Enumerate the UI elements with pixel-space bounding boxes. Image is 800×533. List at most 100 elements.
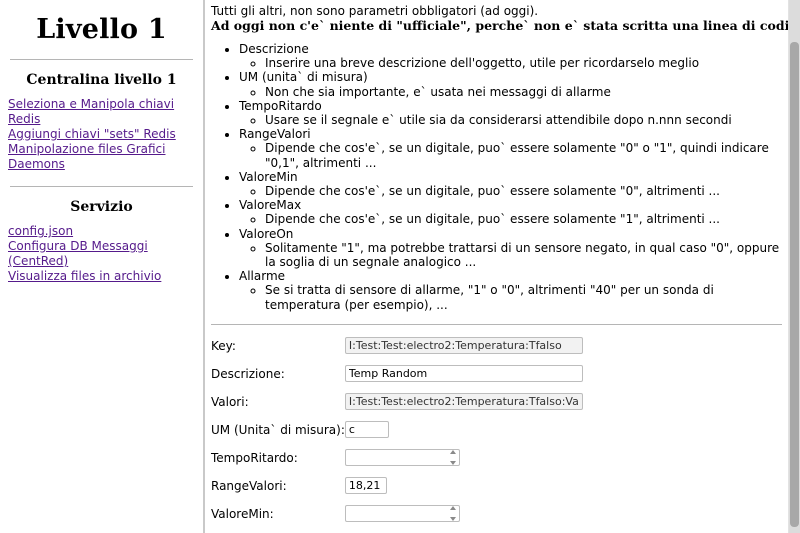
sidebar-divider-middle	[10, 186, 193, 187]
parameter-description: Dipende che cos'e`, se un digitale, puo`…	[265, 141, 786, 169]
temporitardo-stepper[interactable]	[344, 449, 460, 467]
label-temporitardo: TempoRitardo:	[211, 450, 298, 465]
sidebar-heading-centralina: Centralina livello 1	[26, 72, 177, 88]
parameter-name: UM (unita` di misura)	[239, 70, 368, 85]
sidebar: Livello 1 Centralina livello 1 Seleziona…	[0, 0, 205, 533]
form-row-um: UM (Unita` di misura):	[211, 419, 583, 447]
parameter-desc-list: Inserire una breve descrizione dell'ogge…	[239, 56, 786, 70]
cell-key	[344, 335, 583, 363]
parameter-desc-list: Dipende che cos'e`, se un digitale, puo`…	[239, 184, 786, 198]
parameter-item-descrizione: Descrizione Inserire una breve descrizio…	[239, 42, 786, 70]
parameter-item-temporitardo: TempoRitardo Usare se il segnale e` util…	[239, 99, 786, 127]
sidebar-item-daemons[interactable]: Daemons	[8, 157, 65, 171]
cell-temporitardo	[344, 447, 583, 475]
intro-line-2: Ad oggi non c'e` niente di "ufficiale", …	[211, 18, 800, 33]
parameter-item-valoremax: ValoreMax Dipende che cos'e`, se un digi…	[239, 198, 786, 226]
cell-um	[344, 419, 583, 447]
vertical-scrollbar[interactable]	[788, 0, 800, 533]
form-table: Key: Descrizione: Valori:	[211, 335, 583, 533]
chevron-up-icon[interactable]	[449, 506, 456, 511]
list-item: Seleziona e Manipola chiavi Redis	[8, 97, 195, 127]
form-row-descrizione: Descrizione:	[211, 363, 583, 391]
scrollbar-thumb[interactable]	[790, 42, 799, 527]
list-item: Visualizza files in archivio	[8, 269, 195, 284]
cell-valori	[344, 391, 583, 419]
page-title: Livello 1	[36, 14, 167, 45]
list-item: Manipolazione files Grafici	[8, 142, 195, 157]
parameter-description: Non che sia importante, e` usata nei mes…	[265, 85, 786, 99]
intro-line-1: Tutti gli altri, non sono parametri obbl…	[211, 4, 539, 18]
form-row-key: Key:	[211, 335, 583, 363]
label-descrizione: Descrizione:	[211, 366, 285, 381]
label-valoremin: ValoreMin:	[211, 506, 274, 521]
label-valori: Valori:	[211, 394, 249, 409]
chevron-down-icon[interactable]	[449, 461, 456, 466]
edit-key-form: Key: Descrizione: Valori:	[211, 335, 786, 533]
list-item: Configura DB Messaggi (CentRed)	[8, 239, 195, 269]
parameter-desc-list: Dipende che cos'e`, se un digitale, puo`…	[239, 212, 786, 226]
valoremin-stepper[interactable]	[344, 505, 460, 523]
parameter-name: ValoreMax	[239, 198, 302, 213]
descrizione-input[interactable]	[344, 365, 583, 383]
parameter-desc-list: Usare se il segnale e` utile sia da cons…	[239, 113, 786, 127]
parameter-description: Solitamente "1", ma potrebbe trattarsi d…	[265, 241, 786, 269]
list-item: Aggiungi chiavi "sets" Redis	[8, 127, 195, 142]
parameter-name: TempoRitardo	[239, 98, 322, 113]
key-input[interactable]	[344, 337, 583, 355]
main-content: Tutti gli altri, non sono parametri obbl…	[205, 0, 800, 533]
list-item: Daemons	[8, 157, 195, 172]
chevron-down-icon[interactable]	[449, 517, 456, 522]
form-row-temporitardo: TempoRitardo:	[211, 447, 583, 475]
cell-rangevalori	[344, 475, 583, 503]
parameter-item-valoreon: ValoreOn Solitamente "1", ma potrebbe tr…	[239, 227, 786, 270]
sidebar-item-manipolazione-files-grafici[interactable]: Manipolazione files Grafici	[8, 142, 166, 156]
parameter-name: Allarme	[239, 269, 286, 284]
label-key: Key:	[211, 338, 236, 353]
parameter-name: RangeValori	[239, 127, 311, 142]
label-um: UM (Unita` di misura):	[211, 422, 345, 437]
parameter-description: Dipende che cos'e`, se un digitale, puo`…	[265, 184, 786, 198]
parameter-name: ValoreOn	[239, 226, 294, 241]
label-rangevalori: RangeValori:	[211, 478, 287, 493]
parameter-description: Se si tratta di sensore di allarme, "1" …	[265, 283, 786, 311]
parameter-desc-list: Dipende che cos'e`, se un digitale, puo`…	[239, 141, 786, 169]
sidebar-divider-top	[10, 59, 193, 60]
parameter-name: Descrizione	[239, 42, 309, 56]
parameter-item-valoremin: ValoreMin Dipende che cos'e`, se un digi…	[239, 170, 786, 198]
valori-input[interactable]	[344, 393, 583, 411]
parameter-desc-list: Solitamente "1", ma potrebbe trattarsi d…	[239, 241, 786, 269]
form-row-rangevalori: RangeValori:	[211, 475, 583, 503]
parameter-item-um: UM (unita` di misura) Non che sia import…	[239, 70, 786, 98]
content-form-divider	[211, 323, 782, 325]
parameter-description: Usare se il segnale e` utile sia da cons…	[265, 113, 786, 127]
sidebar-section-centralina: Centralina livello 1 Seleziona e Manipol…	[8, 72, 195, 172]
parameter-desc-list: Se si tratta di sensore di allarme, "1" …	[239, 283, 786, 311]
parameter-desc-list: Non che sia importante, e` usata nei mes…	[239, 85, 786, 99]
cell-descrizione	[344, 363, 583, 391]
sidebar-heading-servizio: Servizio	[70, 199, 133, 215]
sidebar-item-visualizza-files-archivio[interactable]: Visualizza files in archivio	[8, 269, 161, 283]
sidebar-link-list-servizio: config.json Configura DB Messaggi (CentR…	[8, 224, 195, 284]
sidebar-section-servizio: Servizio config.json Configura DB Messag…	[8, 199, 195, 284]
cell-valoremin	[344, 503, 583, 531]
parameter-item-allarme: Allarme Se si tratta di sensore di allar…	[239, 269, 786, 312]
sidebar-item-aggiungi-chiavi-sets-redis[interactable]: Aggiungi chiavi "sets" Redis	[8, 127, 176, 141]
um-input[interactable]	[344, 421, 389, 439]
form-row-valori: Valori:	[211, 391, 583, 419]
temporitardo-input[interactable]	[344, 449, 460, 467]
page-root: Livello 1 Centralina livello 1 Seleziona…	[0, 0, 800, 533]
form-row-valoremin: ValoreMin:	[211, 503, 583, 531]
sidebar-item-seleziona-manipola-chiavi-redis[interactable]: Seleziona e Manipola chiavi Redis	[8, 97, 174, 126]
valoremin-input[interactable]	[344, 505, 460, 523]
parameter-name: ValoreMin	[239, 169, 298, 184]
parameter-description: Inserire una breve descrizione dell'ogge…	[265, 56, 786, 70]
spinner-icon[interactable]	[448, 450, 458, 466]
sidebar-item-configura-db-messaggi[interactable]: Configura DB Messaggi (CentRed)	[8, 239, 148, 268]
rangevalori-input[interactable]	[344, 477, 387, 495]
chevron-up-icon[interactable]	[449, 450, 456, 455]
parameter-item-rangevalori: RangeValori Dipende che cos'e`, se un di…	[239, 127, 786, 170]
spinner-icon[interactable]	[448, 506, 458, 522]
parameter-list: Descrizione Inserire una breve descrizio…	[211, 42, 786, 312]
sidebar-item-config-json[interactable]: config.json	[8, 224, 73, 238]
parameter-description: Dipende che cos'e`, se un digitale, puo`…	[265, 212, 786, 226]
